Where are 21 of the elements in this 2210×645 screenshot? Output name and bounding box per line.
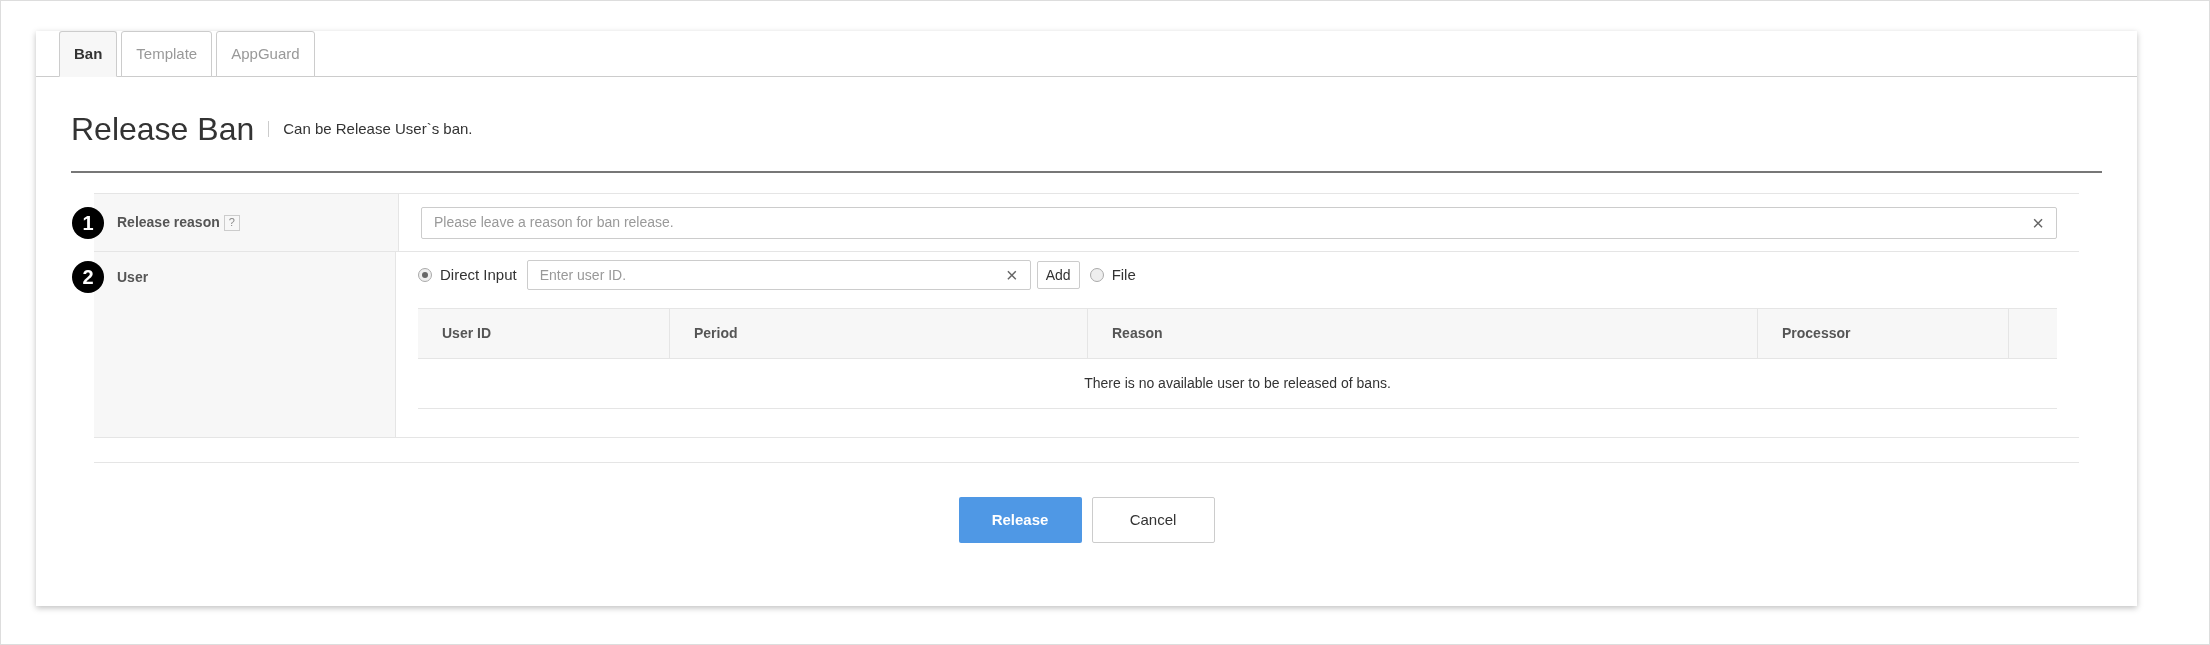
radio-option[interactable]: Direct Input (418, 263, 517, 287)
clear-icon[interactable]: × (1006, 265, 1018, 285)
user-id-field[interactable]: Enter user ID. × (526, 260, 1031, 290)
page-subtitle: Can be Release User`s ban. (283, 118, 473, 139)
column-header: Period (694, 324, 738, 343)
help-icon[interactable]: ? (223, 214, 240, 231)
clear-icon[interactable]: × (2032, 212, 2044, 233)
field-label: Release reason (117, 213, 220, 232)
cancel-button[interactable]: Cancel (1091, 497, 1215, 543)
page-title: Release Ban (71, 110, 255, 149)
empty-message: There is no available user to be released of bans. (1084, 374, 1391, 393)
radio-option[interactable]: File (1089, 263, 1136, 287)
column-header: Processor (1782, 324, 1851, 343)
column-header: Reason (1112, 324, 1163, 343)
step-number: 1 (72, 206, 104, 239)
column-header: User ID (442, 324, 492, 343)
field-label: User (117, 267, 149, 287)
step-number: 2 (72, 261, 104, 293)
tab[interactable]: Ban (59, 31, 118, 77)
add-button[interactable]: Add (1036, 261, 1080, 289)
reason-field[interactable]: Please leave a reason for ban release. × (421, 206, 2057, 239)
